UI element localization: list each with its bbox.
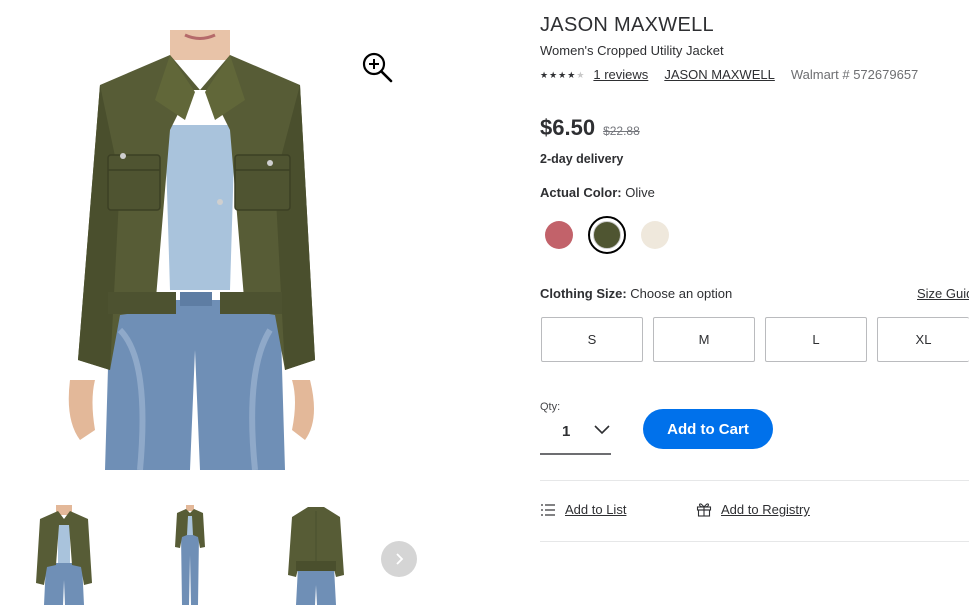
gift-icon xyxy=(696,502,712,517)
quantity-value: 1 xyxy=(562,423,571,440)
add-to-list-label: Add to List xyxy=(565,502,627,517)
size-guide-link[interactable]: Size Guid xyxy=(917,286,969,301)
thumbnail-back-view[interactable] xyxy=(286,505,346,605)
brand-link[interactable]: JASON MAXWELL xyxy=(664,67,775,82)
star-icon: ★ xyxy=(558,69,567,80)
add-to-registry-label: Add to Registry xyxy=(721,502,810,517)
zoom-in-icon xyxy=(362,52,393,83)
star-rating: ★ ★ ★ ★ ★ xyxy=(540,70,584,80)
size-label: Clothing Size: Choose an option xyxy=(540,286,732,301)
size-value: Choose an option xyxy=(630,286,733,301)
price-row: $6.50 $22.88 xyxy=(540,115,640,141)
divider xyxy=(540,480,969,481)
color-label: Actual Color: Olive xyxy=(540,185,655,200)
star-icon: ★ xyxy=(540,69,549,80)
product-meta-row: ★ ★ ★ ★ ★ 1 reviews JASON MAXWELL Walmart # … xyxy=(540,67,918,82)
chevron-down-icon xyxy=(594,425,610,435)
size-label-title: Clothing Size: xyxy=(540,286,627,301)
thumbnail-next-button[interactable] xyxy=(381,541,417,577)
add-to-list-button[interactable]: Add to List xyxy=(540,502,626,517)
current-price: $6.50 xyxy=(540,115,596,140)
quantity-label: Qty: xyxy=(540,401,561,413)
delivery-info: 2-day delivery xyxy=(540,152,624,166)
thumbnail-front-view[interactable] xyxy=(34,505,94,605)
size-option-l[interactable]: L xyxy=(765,317,867,362)
color-value: Olive xyxy=(625,185,655,200)
list-icon xyxy=(540,503,556,517)
add-to-registry-button[interactable]: Add to Registry xyxy=(696,502,810,517)
thumbnail-full-body-view[interactable] xyxy=(160,505,220,605)
star-icon: ★ xyxy=(567,69,576,80)
product-brand: JASON MAXWELL xyxy=(540,14,714,36)
size-option-s[interactable]: S xyxy=(541,317,643,362)
color-swatch-rose[interactable] xyxy=(540,216,578,254)
main-product-image[interactable] xyxy=(60,30,330,470)
was-price: $22.88 xyxy=(603,124,640,138)
size-option-xl[interactable]: XL xyxy=(877,317,969,362)
star-icon: ★ xyxy=(576,69,585,80)
star-icon: ★ xyxy=(549,69,558,80)
size-option-m[interactable]: M xyxy=(653,317,755,362)
product-title: Women's Cropped Utility Jacket xyxy=(540,43,724,58)
color-label-title: Actual Color: xyxy=(540,185,622,200)
zoom-button[interactable] xyxy=(360,50,394,84)
add-to-cart-button[interactable]: Add to Cart xyxy=(643,409,773,449)
item-number: Walmart # 572679657 xyxy=(790,67,919,82)
reviews-link[interactable]: 1 reviews xyxy=(593,67,648,82)
color-swatch-olive[interactable] xyxy=(588,216,626,254)
color-swatch-ivory[interactable] xyxy=(636,216,674,254)
divider xyxy=(540,541,969,542)
chevron-right-icon xyxy=(396,553,404,565)
quantity-select[interactable]: 1 xyxy=(540,415,611,455)
